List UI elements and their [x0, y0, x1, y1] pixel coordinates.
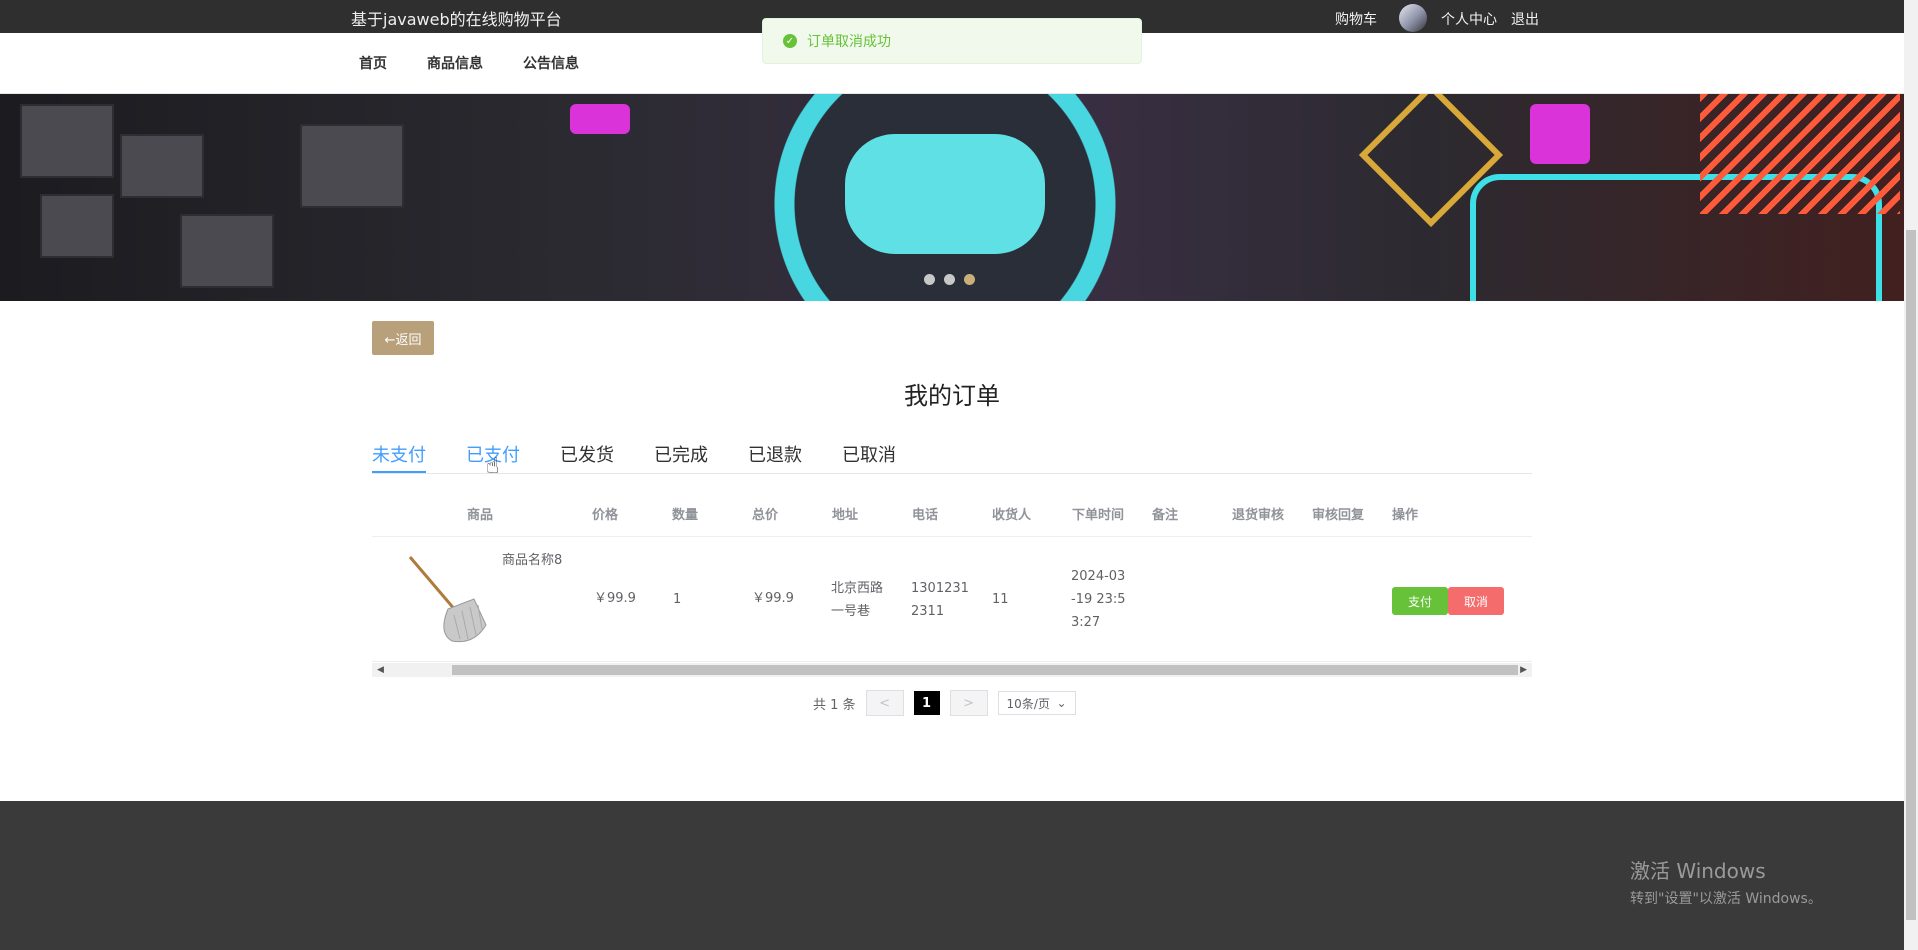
- phone-line: 2311: [911, 604, 945, 619]
- profile-link[interactable]: 个人中心: [1441, 9, 1497, 29]
- banner-decoration: [570, 104, 630, 134]
- cart-link[interactable]: 购物车: [1335, 9, 1377, 29]
- phone-cell: 1301231 2311: [911, 577, 969, 623]
- receiver-cell: 11: [992, 592, 1009, 607]
- price-cell: ￥99.9: [594, 591, 636, 606]
- vertical-scrollbar[interactable]: [1904, 0, 1918, 950]
- column-header: 地址: [832, 508, 859, 523]
- order-status-tabs: 未支付 已支付 已发货 已完成 已退款 已取消: [372, 441, 1532, 474]
- product-name: 商品名称8: [502, 553, 563, 568]
- address-line: 北京西路: [831, 581, 884, 596]
- nav-products[interactable]: 商品信息: [427, 53, 483, 73]
- banner-decoration: [120, 134, 204, 198]
- total-count: 共 1 条: [813, 697, 856, 713]
- scrollbar-thumb[interactable]: [1906, 230, 1916, 920]
- tab-refunded[interactable]: 已退款: [748, 441, 802, 467]
- banner-carousel[interactable]: [0, 94, 1904, 301]
- pay-button[interactable]: 支付: [1392, 587, 1448, 615]
- active-tab-indicator: [372, 471, 426, 473]
- check-circle-icon: ✓: [783, 34, 797, 48]
- phone-line: 1301231: [911, 581, 969, 596]
- address-cell: 北京西路 一号巷: [831, 577, 883, 623]
- tab-unpaid[interactable]: 未支付: [372, 441, 426, 467]
- scroll-left-icon[interactable]: ◀: [377, 663, 384, 677]
- column-header: 数量: [672, 508, 699, 523]
- time-line: 3:27: [1071, 615, 1101, 630]
- gamepad-icon: [845, 134, 1045, 254]
- pagination: 共 1 条 < 1 > 10条/页 ⌄: [813, 690, 1076, 716]
- carousel-indicators: [924, 274, 975, 285]
- toast-message: 订单取消成功: [807, 34, 891, 50]
- footer: [0, 801, 1904, 950]
- orders-table: 商品 价格 数量 总价 地址 电话 收货人 下单时间 备注 退货审核 审核回复 …: [372, 488, 1532, 662]
- tab-completed[interactable]: 已完成: [654, 441, 708, 467]
- next-page-button[interactable]: >: [949, 690, 988, 716]
- banner-decoration: [1700, 94, 1900, 214]
- avatar[interactable]: [1399, 4, 1427, 32]
- page-size-value: 10条/页: [1006, 696, 1050, 711]
- time-line: -19 23:5: [1071, 592, 1126, 607]
- horizontal-scrollbar[interactable]: ◀ ▶: [372, 663, 1532, 677]
- banner-decoration: [1530, 104, 1590, 164]
- column-header: 价格: [592, 508, 619, 523]
- nav-home[interactable]: 首页: [359, 53, 387, 73]
- cancel-order-button[interactable]: 取消: [1448, 587, 1504, 615]
- column-header: 下单时间: [1072, 508, 1125, 523]
- total-cell: ￥99.9: [752, 591, 794, 606]
- tab-shipped[interactable]: 已发货: [560, 441, 614, 467]
- success-toast: ✓ 订单取消成功: [762, 18, 1142, 64]
- page-title: 我的订单: [904, 382, 1000, 410]
- chevron-down-icon: ⌄: [1056, 696, 1067, 710]
- scrollbar-thumb[interactable]: [452, 665, 1518, 675]
- column-header: 审核回复: [1312, 508, 1365, 523]
- carousel-dot[interactable]: [924, 274, 935, 285]
- column-header: 总价: [752, 508, 779, 523]
- prev-page-button[interactable]: <: [865, 690, 904, 716]
- column-header: 商品: [467, 508, 494, 523]
- top-right-menu: 购物车 个人中心 退出: [1335, 4, 1539, 32]
- watermark-subtitle: 转到"设置"以激活 Windows。: [1630, 891, 1822, 907]
- column-header: 备注: [1152, 508, 1179, 523]
- column-header: 退货审核: [1232, 508, 1285, 523]
- table-header: 商品 价格 数量 总价 地址 电话 收货人 下单时间 备注 退货审核 审核回复 …: [372, 488, 1532, 537]
- banner-decoration: [300, 124, 404, 208]
- order-time-cell: 2024-03 -19 23:5 3:27: [1071, 565, 1126, 634]
- column-header: 操作: [1392, 508, 1419, 523]
- nav-notices[interactable]: 公告信息: [523, 53, 579, 73]
- windows-activation-watermark: 激活 Windows 转到"设置"以激活 Windows。: [1630, 855, 1822, 908]
- quantity-cell: 1: [673, 592, 682, 607]
- table-row: 商品名称8 ￥99.9 1 ￥99.9 北京西路 一号巷 1301231 231…: [372, 537, 1532, 662]
- tab-cancelled[interactable]: 已取消: [842, 441, 896, 467]
- carousel-dot[interactable]: [944, 274, 955, 285]
- mop-image: [408, 556, 487, 643]
- column-header: 电话: [912, 508, 939, 523]
- page-number[interactable]: 1: [913, 691, 940, 715]
- back-button[interactable]: ←返回: [372, 321, 434, 355]
- hand-cursor-icon: ☝: [486, 454, 500, 479]
- scroll-right-icon[interactable]: ▶: [1520, 663, 1527, 677]
- banner-decoration: [180, 214, 274, 288]
- logout-link[interactable]: 退出: [1511, 9, 1539, 29]
- watermark-title: 激活 Windows: [1630, 859, 1766, 883]
- page-size-select[interactable]: 10条/页 ⌄: [997, 691, 1076, 715]
- column-header: 收货人: [992, 508, 1032, 523]
- time-line: 2024-03: [1071, 569, 1126, 584]
- site-title: 基于javaweb的在线购物平台: [351, 10, 562, 29]
- carousel-dot[interactable]: [964, 274, 975, 285]
- banner-decoration: [20, 104, 114, 178]
- address-line: 一号巷: [831, 604, 871, 619]
- banner-decoration: [40, 194, 114, 258]
